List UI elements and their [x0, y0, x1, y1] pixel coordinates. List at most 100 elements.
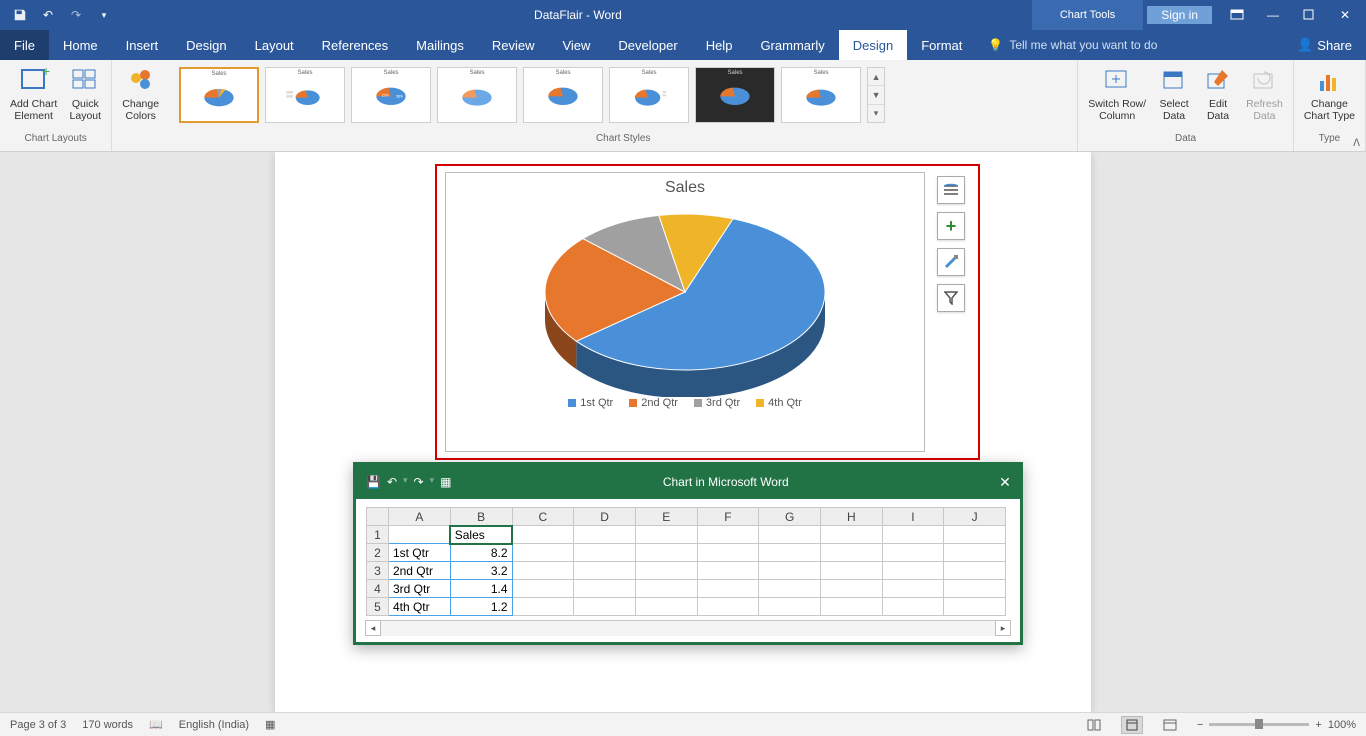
- chart-style-7[interactable]: Sales: [695, 67, 775, 123]
- change-chart-type-icon: [1313, 64, 1345, 96]
- chart-style-3[interactable]: Sales58%22%: [351, 67, 431, 123]
- group-type-label: Type: [1319, 132, 1341, 145]
- layout-options-button[interactable]: [937, 176, 965, 204]
- legend-item-2[interactable]: 2nd Qtr: [629, 397, 678, 409]
- macro-icon[interactable]: ▦: [265, 718, 275, 731]
- legend-item-1[interactable]: 1st Qtr: [568, 397, 613, 409]
- legend-label-4: 4th Qtr: [768, 397, 802, 409]
- tab-chart-design[interactable]: Design: [839, 30, 907, 60]
- xl-save-icon[interactable]: 💾: [366, 475, 381, 489]
- minimize-button[interactable]: —: [1256, 3, 1290, 27]
- select-data-button[interactable]: Select Data: [1154, 62, 1194, 124]
- xl-edit-in-excel-icon[interactable]: ▦: [440, 475, 451, 489]
- tab-layout[interactable]: Layout: [241, 30, 308, 60]
- chart-style-4[interactable]: Sales: [437, 67, 517, 123]
- chart-styles-gallery: Sales Sales Sales58%22% Sales Sales Sale…: [175, 62, 889, 128]
- redo-button[interactable]: ↷: [64, 3, 88, 27]
- document-title: DataFlair - Word: [124, 8, 1032, 22]
- chart-data-close-button[interactable]: ✕: [990, 474, 1020, 491]
- close-button[interactable]: ✕: [1328, 3, 1362, 27]
- select-data-icon: [1158, 64, 1190, 96]
- zoom-out-button[interactable]: −: [1197, 719, 1203, 731]
- chart-data-qat: 💾 ↶ ▾ ↷ ▾ ▦: [356, 475, 461, 489]
- chart-style-5[interactable]: Sales: [523, 67, 603, 123]
- chart-plot-area[interactable]: [446, 197, 924, 397]
- quick-access-toolbar: ↶ ↷ ▾: [0, 3, 124, 27]
- status-page[interactable]: Page 3 of 3: [10, 719, 66, 731]
- ribbon-tabs: File Home Insert Design Layout Reference…: [0, 30, 1366, 60]
- change-chart-type-button[interactable]: Change Chart Type: [1300, 62, 1359, 124]
- legend-item-3[interactable]: 3rd Qtr: [694, 397, 740, 409]
- tab-developer[interactable]: Developer: [604, 30, 691, 60]
- chart-data-title: Chart in Microsoft Word: [461, 475, 990, 489]
- chart-style-6[interactable]: Sales: [609, 67, 689, 123]
- switch-row-column-button[interactable]: Switch Row/ Column: [1084, 62, 1150, 124]
- gallery-scroll-up[interactable]: ▲: [868, 68, 884, 86]
- chart-style-1[interactable]: Sales: [179, 67, 259, 123]
- chart-data-titlebar: 💾 ↶ ▾ ↷ ▾ ▦ Chart in Microsoft Word ✕: [356, 465, 1020, 499]
- web-layout-view-button[interactable]: [1159, 716, 1181, 734]
- status-language[interactable]: English (India): [179, 719, 249, 731]
- edit-data-button[interactable]: Edit Data: [1198, 62, 1238, 124]
- sign-in-button[interactable]: Sign in: [1147, 6, 1212, 24]
- chart-style-8[interactable]: Sales: [781, 67, 861, 123]
- share-button[interactable]: 👤 Share: [1283, 30, 1366, 60]
- chart-data-grid[interactable]: ABCDEFGHIJ1Sales21st Qtr8.232nd Qtr3.243…: [356, 499, 1020, 620]
- print-layout-view-button[interactable]: [1121, 716, 1143, 734]
- chart-elements-button[interactable]: +: [937, 212, 965, 240]
- tab-mailings[interactable]: Mailings: [402, 30, 478, 60]
- spellcheck-icon[interactable]: 📖: [149, 718, 163, 731]
- refresh-data-label: Refresh Data: [1246, 98, 1283, 122]
- save-button[interactable]: [8, 3, 32, 27]
- group-chart-styles: Sales Sales Sales58%22% Sales Sales Sale…: [169, 60, 1078, 151]
- tab-view[interactable]: View: [548, 30, 604, 60]
- add-chart-element-label: Add Chart Element: [10, 98, 57, 122]
- tab-design[interactable]: Design: [172, 30, 240, 60]
- gallery-scroll-down[interactable]: ▼: [868, 86, 884, 104]
- status-words[interactable]: 170 words: [82, 719, 133, 731]
- xl-redo-icon[interactable]: ↷: [414, 475, 424, 489]
- status-bar: Page 3 of 3 170 words 📖 English (India) …: [0, 712, 1366, 736]
- maximize-button[interactable]: [1292, 3, 1326, 27]
- xl-undo-icon[interactable]: ↶: [387, 475, 397, 489]
- collapse-ribbon-button[interactable]: ᐱ: [1353, 138, 1360, 149]
- tab-review[interactable]: Review: [478, 30, 549, 60]
- chart-filters-button[interactable]: [937, 284, 965, 312]
- chart-title[interactable]: Sales: [446, 179, 924, 197]
- tab-references[interactable]: References: [308, 30, 402, 60]
- ribbon-display-options-button[interactable]: [1220, 3, 1254, 27]
- tab-home[interactable]: Home: [49, 30, 112, 60]
- legend-item-4[interactable]: 4th Qtr: [756, 397, 802, 409]
- svg-text:58%: 58%: [396, 95, 403, 99]
- chart-object[interactable]: Sales 1st Qtr 2nd Qtr 3rd Qtr 4th Qtr: [445, 172, 925, 452]
- change-colors-button[interactable]: Change Colors: [118, 62, 163, 124]
- tab-file[interactable]: File: [0, 30, 49, 60]
- hscroll-right[interactable]: ▸: [995, 620, 1011, 636]
- chart-styles-button[interactable]: [937, 248, 965, 276]
- gallery-expand[interactable]: ▾: [868, 105, 884, 122]
- chart-side-buttons: +: [937, 176, 967, 312]
- tab-insert[interactable]: Insert: [112, 30, 173, 60]
- chart-style-2[interactable]: Sales: [265, 67, 345, 123]
- zoom-in-button[interactable]: +: [1315, 719, 1321, 731]
- tell-me-search[interactable]: 💡 Tell me what you want to do: [988, 30, 1157, 60]
- chart-legend[interactable]: 1st Qtr 2nd Qtr 3rd Qtr 4th Qtr: [446, 397, 924, 409]
- qat-customize-button[interactable]: ▾: [92, 3, 116, 27]
- zoom-level[interactable]: 100%: [1328, 719, 1356, 731]
- switch-row-column-icon: [1101, 64, 1133, 96]
- tab-help[interactable]: Help: [692, 30, 747, 60]
- refresh-data-icon: [1248, 64, 1280, 96]
- undo-button[interactable]: ↶: [36, 3, 60, 27]
- tab-grammarly[interactable]: Grammarly: [746, 30, 838, 60]
- hscroll-left[interactable]: ◂: [365, 620, 381, 636]
- tab-chart-format[interactable]: Format: [907, 30, 976, 60]
- legend-swatch-2: [629, 399, 637, 407]
- document-page[interactable]: Sales 1st Qtr 2nd Qtr 3rd Qtr 4th Qtr +: [275, 152, 1091, 712]
- add-chart-element-button[interactable]: + Add Chart Element: [6, 62, 61, 124]
- zoom-slider[interactable]: [1209, 723, 1309, 726]
- quick-layout-button[interactable]: Quick Layout: [65, 62, 105, 124]
- switch-row-column-label: Switch Row/ Column: [1088, 98, 1146, 122]
- read-mode-view-button[interactable]: [1083, 716, 1105, 734]
- lightbulb-icon: 💡: [988, 38, 1003, 52]
- chart-data-hscroll[interactable]: ◂ ▸: [366, 620, 1010, 636]
